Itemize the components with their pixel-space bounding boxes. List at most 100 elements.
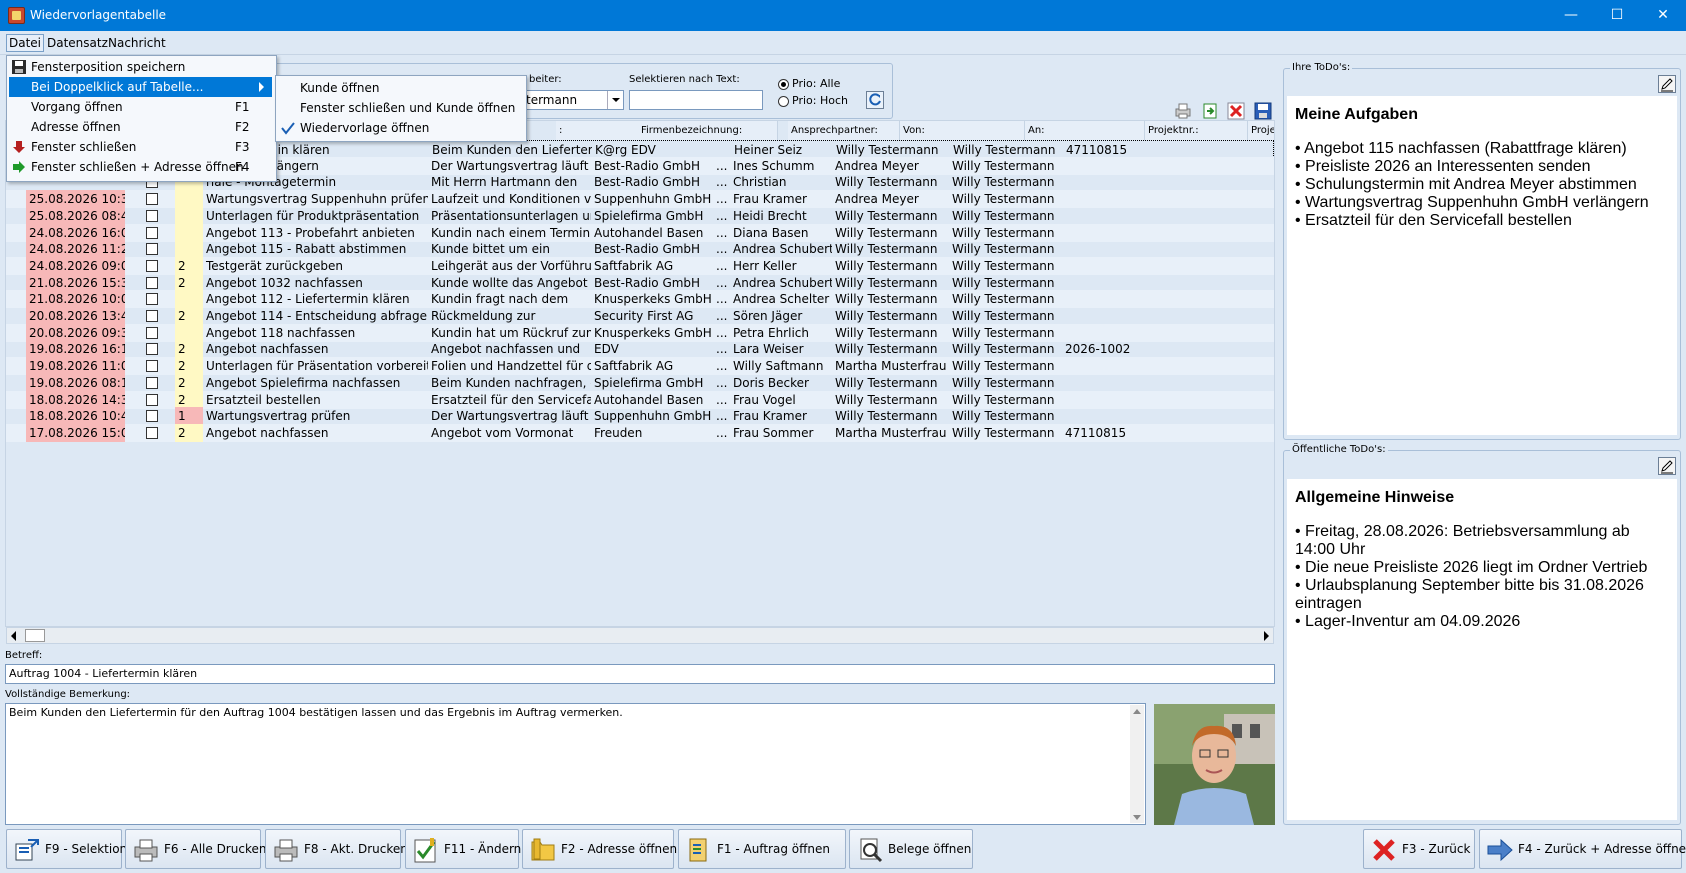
text-filter-input[interactable] [629, 90, 763, 110]
menu-item-fenster-schliessen-adresse[interactable]: Fenster schließen + Adresse öffnen F4 [9, 157, 274, 177]
todo-public-item: • Freitag, 28.08.2026: Betriebsversammlu… [1295, 523, 1630, 558]
todo-private-item: • Schulungstermin mit Andrea Meyer absti… [1295, 176, 1637, 193]
row-checkbox[interactable] [145, 326, 158, 339]
refresh-button[interactable] [866, 91, 884, 109]
row-checkbox[interactable] [145, 209, 158, 222]
save-icon[interactable] [1254, 102, 1272, 120]
cell-ansprech: Frau Kramer [733, 409, 807, 424]
radio-prio-all[interactable]: Prio: Alle [778, 77, 840, 90]
cell-firma: Saftfabrik AG [594, 258, 674, 273]
row-checkbox[interactable] [145, 243, 158, 256]
table-row[interactable]: 18.08.2026 10:45 1Wartungsvertrag prüfen D… [6, 407, 1274, 426]
table-row[interactable]: 19.08.2026 08:15 2Angebot Spielefirma nac… [6, 373, 1274, 392]
edit-public-todo-button[interactable] [1658, 457, 1676, 475]
menu-item-fenster-schliessen[interactable]: Fenster schließen F3 [9, 137, 274, 157]
edit-private-todo-button[interactable] [1658, 75, 1676, 93]
row-checkbox[interactable] [145, 360, 158, 373]
header-proje[interactable]: Proje [1248, 121, 1274, 140]
betreff-field[interactable]: Auftrag 1004 - Liefertermin klären [5, 664, 1275, 684]
submenu-item-label: Fenster schließen und Kunde öffnen [300, 101, 516, 115]
f8-akt-drucken-button[interactable]: F8 - Akt. Drucken [265, 829, 408, 869]
menu-item-adresse-oeffnen[interactable]: Adresse öffnen F2 [9, 117, 274, 137]
header-projektnr[interactable]: Projektnr.: [1145, 121, 1248, 140]
cell-projekt: 2026-1002 [1065, 342, 1131, 357]
row-checkbox[interactable] [145, 226, 158, 239]
f2-adresse-oeffnen-button[interactable]: F2 - Adresse öffnen [522, 829, 677, 869]
table-row[interactable]: 24.08.2026 11:20 Angebot 115 - Rabatt abs… [6, 240, 1274, 259]
chevron-down-icon[interactable] [607, 91, 623, 109]
cell-von: Willy Testermann [835, 225, 938, 240]
row-checkbox[interactable] [145, 193, 158, 206]
todo-public-content[interactable]: Allgemeine Hinweise • Freitag, 28.08.202… [1287, 479, 1677, 820]
table-row[interactable]: 24.08.2026 16:00 Angebot 113 - Probefahrt… [6, 223, 1274, 242]
menu-item-vorgang-oeffnen[interactable]: Vorgang öffnen F1 [9, 97, 274, 117]
header-von[interactable]: Von: [900, 121, 1025, 140]
row-checkbox[interactable] [145, 310, 158, 322]
header-an[interactable]: An: [1025, 121, 1145, 140]
table-row[interactable]: 24.08.2026 09:00 2Testgerät zurückgeben Le… [6, 256, 1274, 275]
row-checkbox[interactable] [145, 276, 158, 289]
cell-betreff: Angebot 114 - Entscheidung abfragen [206, 309, 428, 323]
close-button[interactable]: ✕ [1640, 0, 1686, 31]
maximize-button[interactable]: ☐ [1594, 0, 1640, 31]
radio-prio-high[interactable]: Prio: Hoch [778, 94, 848, 107]
scroll-thumb[interactable] [25, 629, 45, 642]
menu-item-fensterposition[interactable]: Fensterposition speichern [9, 57, 274, 77]
table-row[interactable]: 19.08.2026 11:00 2Unterlagen für Präsenta… [6, 357, 1274, 376]
f3-zurueck-button[interactable]: F3 - Zurück [1363, 829, 1475, 869]
row-checkbox[interactable] [145, 293, 158, 306]
header-bemerkung[interactable]: : [556, 121, 643, 140]
submenu-item-wiedervorlage-oeffnen[interactable]: Wiedervorlage öffnen [278, 118, 524, 138]
header-firma[interactable]: Firmenbezeichnung: [638, 121, 778, 140]
bemerkung-scrollbar[interactable] [1130, 705, 1144, 823]
cell-bemerkung: Rückmeldung zur [431, 309, 536, 323]
f11-aendern-button[interactable]: F11 - Ändern [405, 829, 521, 869]
cell-ansprech: Petra Ehrlich [733, 325, 809, 340]
minimize-button[interactable]: — [1548, 0, 1594, 31]
menu-item-shortcut: F2 [235, 120, 250, 134]
f9-selektion-button[interactable]: F9 - Selektion [6, 829, 127, 869]
cell-ansprech: Heidi Brecht [733, 208, 807, 223]
row-checkbox[interactable] [145, 426, 158, 439]
table-row[interactable]: 20.08.2026 09:30 Angebot 118 nachfassen Ku… [6, 323, 1274, 342]
export-icon[interactable] [1201, 102, 1219, 120]
table-row[interactable]: 21.08.2026 10:00 Angebot 112 - Lieferterm… [6, 290, 1274, 309]
cell-bemerkung: Der Wartungsvertrag läuft [431, 409, 589, 424]
table-row[interactable]: 25.08.2026 10:30 Wartungsvertrag Suppenhu… [6, 190, 1274, 209]
cell-projekt [1062, 391, 1162, 409]
print-icon[interactable] [1174, 102, 1192, 120]
row-checkbox[interactable] [145, 376, 158, 389]
cell-firma: Knusperkeks GmbH & [594, 325, 713, 340]
cell-an: Willy Testermann [952, 325, 1055, 340]
f1-auftrag-oeffnen-button[interactable]: F1 - Auftrag öffnen [678, 829, 846, 869]
table-row[interactable]: 17.08.2026 15:00 2Angebot nachfassen Angeb… [6, 423, 1274, 442]
delete-icon[interactable] [1227, 102, 1245, 120]
row-checkbox[interactable] [145, 393, 158, 406]
menu-datei[interactable]: Datei [6, 34, 45, 52]
cell-date: 25.08.2026 08:45 [26, 206, 125, 225]
row-checkbox[interactable] [145, 410, 158, 423]
todo-private-content[interactable]: Meine Aufgaben • Angebot 115 nachfassen … [1287, 96, 1677, 435]
f4-zurueck-adresse-button[interactable]: F4 - Zurück + Adresse öffnen [1479, 829, 1686, 869]
row-checkbox[interactable] [145, 343, 158, 356]
scroll-right-icon[interactable] [1264, 631, 1269, 641]
horizontal-scrollbar[interactable] [6, 627, 1274, 644]
f6-alle-drucken-button[interactable]: F6 - Alle Drucken [125, 829, 266, 869]
mitarbeiter-select[interactable]: termann [521, 90, 624, 110]
row-checkbox[interactable] [145, 259, 158, 272]
table-row[interactable]: 25.08.2026 08:45 Unterlagen für Produktpr… [6, 206, 1274, 225]
header-ansprechpartner[interactable]: Ansprechpartner: [788, 121, 900, 140]
table-row[interactable]: 18.08.2026 14:30 2Ersatzteil bestellen Ers… [6, 390, 1274, 409]
wiedervorlage-table[interactable]: : Firmenbezeichnung: Ansprechpartner: Vo… [5, 120, 1275, 627]
menu-item-doppelklick[interactable]: Bei Doppelklick auf Tabelle... [9, 77, 272, 97]
menu-nachricht[interactable]: Nachricht [108, 36, 166, 50]
bemerkung-field[interactable]: Beim Kunden den Liefertermin für den Auf… [5, 703, 1146, 825]
table-row[interactable]: 20.08.2026 13:45 2Angebot 114 - Entscheid… [6, 307, 1274, 325]
scroll-left-icon[interactable] [11, 631, 16, 641]
table-row[interactable]: 21.08.2026 15:30 2Angebot 1032 nachfassen… [6, 273, 1274, 292]
menu-datensatz[interactable]: Datensatz [47, 36, 108, 50]
submenu-item-kunde-oeffnen[interactable]: Kunde öffnen [278, 78, 524, 98]
submenu-item-fenster-kunde[interactable]: Fenster schließen und Kunde öffnen [278, 98, 524, 118]
table-row[interactable]: 19.08.2026 16:15 2Angebot nachfassen Angeb… [6, 340, 1274, 359]
belege-oeffnen-button[interactable]: Belege öffnen [849, 829, 973, 869]
